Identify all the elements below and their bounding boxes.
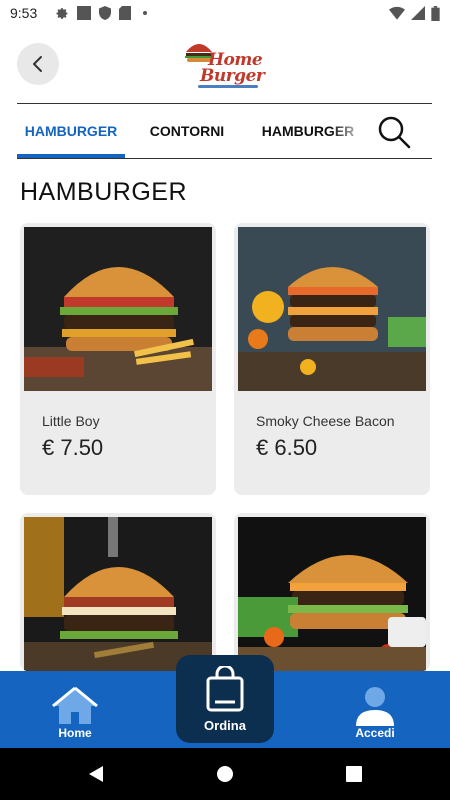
product-card[interactable]: Smoky Cheese Bacon € 6.50: [234, 223, 430, 495]
signal-icon: [411, 6, 425, 20]
status-time: 9:53: [10, 5, 38, 21]
user-icon: [356, 687, 394, 726]
shield-icon: [99, 6, 111, 20]
shopping-bag-icon: [206, 666, 244, 712]
tab-hamburger[interactable]: HAMBURGER: [17, 104, 125, 158]
section-title: HAMBURGER: [20, 178, 188, 206]
tab-hamburger-2[interactable]: HAMBURGER: [249, 104, 367, 158]
search-icon: [378, 116, 411, 149]
home-icon: [52, 686, 98, 724]
gear-icon: [56, 7, 68, 19]
nav-home[interactable]: Home: [40, 671, 110, 748]
product-photo: [24, 227, 212, 391]
nav-login-label: Accedi: [355, 726, 395, 740]
product-card[interactable]: [20, 513, 216, 671]
chevron-left-icon: [33, 56, 42, 72]
burger-photo-icon: [238, 227, 426, 391]
status-bar: 9:53: [0, 0, 450, 26]
system-recents-button[interactable]: [342, 762, 366, 786]
nav-login[interactable]: Accedi: [340, 671, 410, 748]
burger-photo-icon: [24, 517, 212, 671]
system-home-button[interactable]: [213, 762, 237, 786]
product-name: Smoky Cheese Bacon: [256, 413, 395, 429]
category-tabs: HAMBURGER CONTORNI HAMBURGER: [17, 104, 367, 158]
home-burger-logo: Home Burger: [184, 38, 266, 90]
dot-icon: [143, 11, 147, 15]
wifi-icon: [389, 6, 405, 20]
search-button[interactable]: [374, 112, 414, 152]
system-back-button[interactable]: [84, 762, 108, 786]
logo-line2: Burger: [200, 66, 265, 86]
tab-fade: [331, 104, 367, 158]
square-recents-icon: [346, 766, 362, 782]
logo-underline: [198, 85, 258, 88]
back-button[interactable]: [17, 43, 59, 85]
triangle-back-icon: [89, 766, 103, 782]
product-name: Little Boy: [42, 413, 100, 429]
circle-home-icon: [217, 766, 233, 782]
product-card[interactable]: [234, 513, 430, 671]
app-header: Home Burger: [0, 26, 450, 104]
nav-home-label: Home: [58, 726, 92, 740]
product-price: € 7.50: [42, 435, 104, 460]
order-button-label: Ordina: [204, 718, 246, 733]
product-photo: [24, 517, 212, 671]
product-card[interactable]: Little Boy € 7.50: [20, 223, 216, 495]
burger-photo-icon: [238, 517, 426, 671]
burger-photo-icon: [24, 227, 212, 391]
square-icon: [77, 6, 91, 20]
tabs-divider: [17, 158, 432, 159]
product-photo: [238, 517, 426, 671]
battery-icon: [431, 5, 440, 21]
order-button[interactable]: Ordina: [176, 655, 274, 743]
sd-card-icon: [119, 6, 131, 20]
product-photo: [238, 227, 426, 391]
product-price: € 6.50: [256, 435, 318, 460]
system-navigation-bar: [0, 748, 450, 800]
tab-contorni[interactable]: CONTORNI: [125, 104, 249, 158]
